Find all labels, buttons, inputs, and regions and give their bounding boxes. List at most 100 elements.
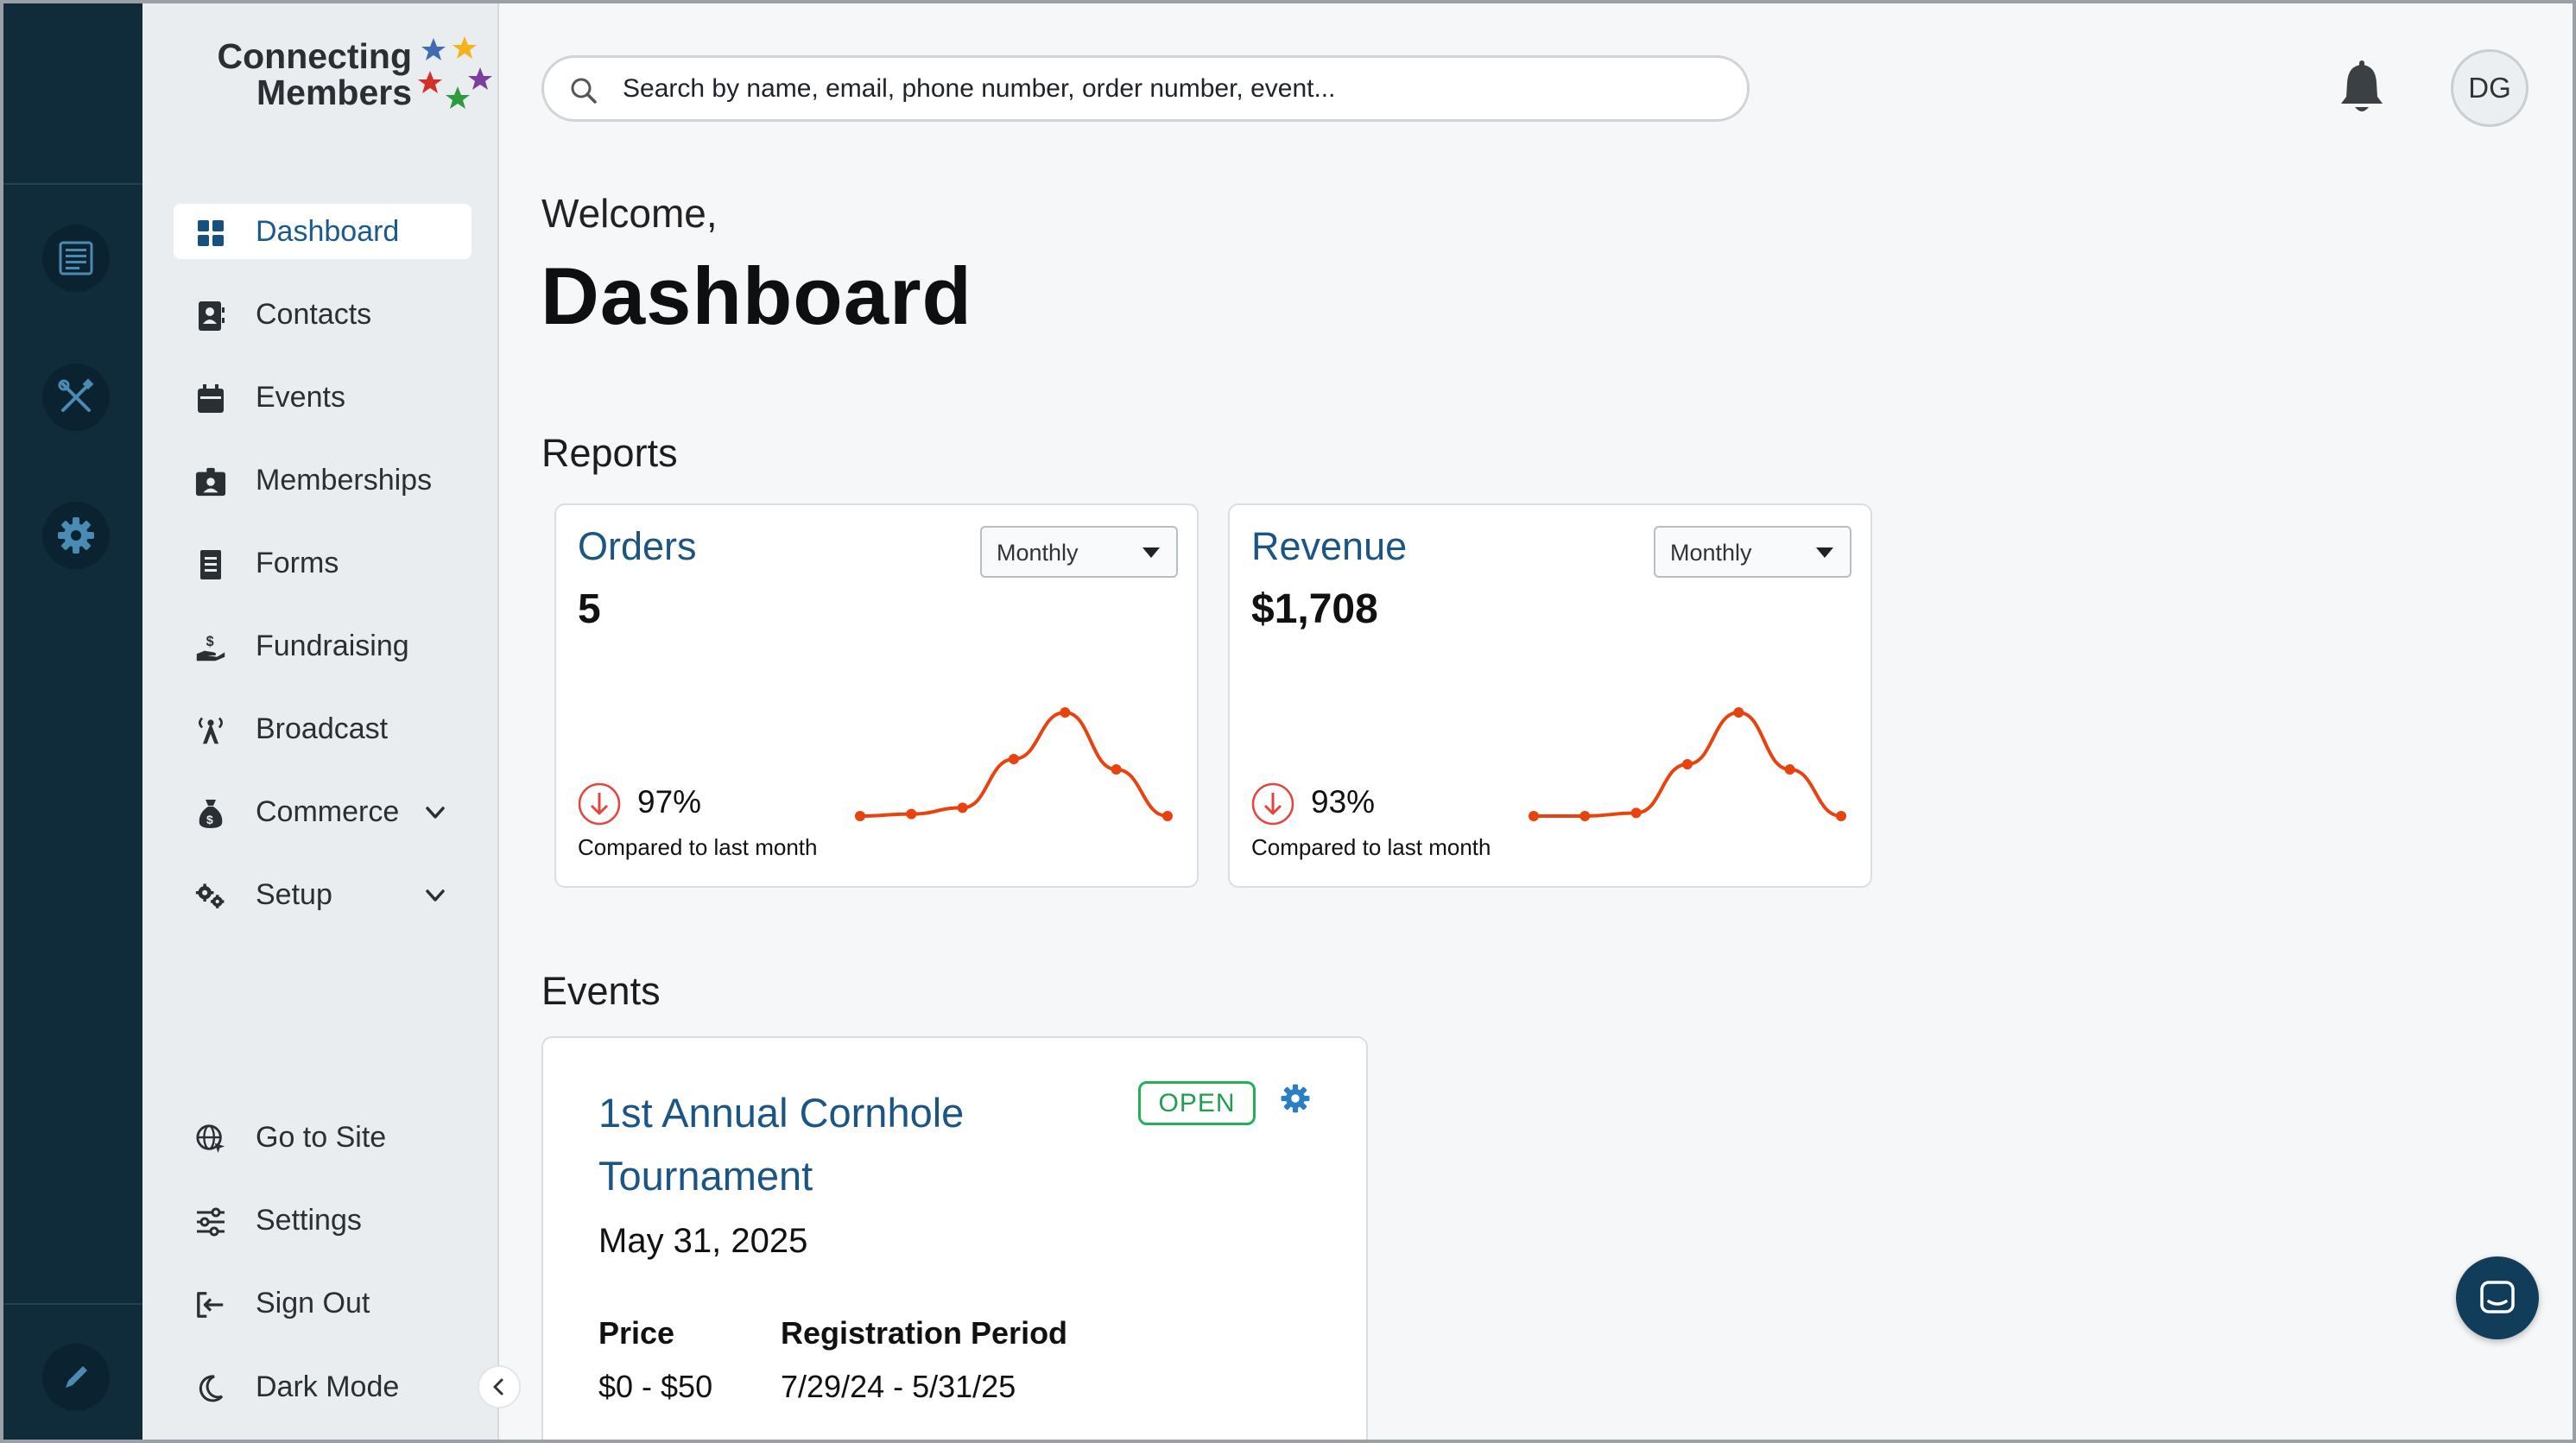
chevron-down-icon (426, 889, 445, 902)
document-list-icon (59, 241, 93, 275)
nav-contacts[interactable]: Contacts (174, 287, 472, 342)
money-bag-icon: $ (195, 798, 226, 829)
rail-settings-button[interactable] (42, 502, 110, 569)
nav-settings[interactable]: Settings (174, 1193, 472, 1248)
nav-sign-out[interactable]: Sign Out (174, 1275, 472, 1331)
sparkline-point (1682, 759, 1693, 769)
nav-label: Fundraising (256, 630, 409, 662)
sidebar: Connecting Members Dashboard Contacts Ev… (142, 3, 499, 1440)
search-icon (571, 78, 597, 104)
nav-label: Contacts (256, 298, 372, 331)
donation-hand-icon: $ (195, 632, 226, 663)
reports-heading: Reports (541, 431, 678, 475)
nav-forms[interactable]: Forms (174, 535, 472, 591)
welcome-text: Welcome, (541, 191, 718, 236)
sparkline-point (1162, 811, 1173, 821)
nav-label: Commerce (256, 795, 400, 828)
nav-broadcast[interactable]: Broadcast (174, 701, 472, 756)
nav-dashboard[interactable]: Dashboard (174, 204, 472, 259)
sparkline-point (957, 802, 968, 813)
app-window: Connecting Members Dashboard Contacts Ev… (0, 0, 2576, 1443)
rail-tools-button[interactable] (42, 364, 110, 431)
nav-label: Forms (256, 547, 339, 579)
page-title: Dashboard (541, 250, 972, 341)
contact-card-icon (195, 301, 226, 332)
form-icon (195, 549, 226, 580)
revenue-sparkline (1529, 707, 1846, 821)
sparkline-point (1111, 764, 1122, 775)
arrow-down-circle-icon (1251, 782, 1294, 826)
nav-label: Sign Out (256, 1287, 370, 1320)
report-change: 93% (1311, 784, 1376, 820)
nav-label: Go to Site (256, 1121, 387, 1154)
pencil-icon (66, 1366, 87, 1388)
search-input[interactable]: Search by name, email, phone number, ord… (541, 55, 1750, 122)
rail-header (3, 3, 142, 185)
notifications-button[interactable] (2336, 57, 2388, 117)
report-value: $1,708 (1251, 586, 1378, 632)
period-select-value: Monthly (997, 540, 1079, 566)
icon-rail (3, 3, 142, 1440)
sign-out-icon (195, 1289, 226, 1320)
nav-memberships[interactable]: Memberships (174, 453, 472, 508)
brand-logo[interactable]: Connecting Members (170, 35, 492, 121)
orders-report-card: Orders 5 Monthly 97% Compared to last mo… (554, 503, 1199, 888)
sparkline-point (1733, 707, 1744, 718)
nav-commerce[interactable]: $ Commerce (174, 784, 472, 839)
nav-label: Events (256, 381, 345, 414)
report-title[interactable]: Revenue (1251, 524, 1407, 569)
caret-down-icon (1816, 547, 1833, 558)
tools-icon (58, 378, 94, 412)
nav-fundraising[interactable]: $ Fundraising (174, 618, 472, 674)
collapse-sidebar-button[interactable] (478, 1365, 521, 1408)
moon-icon (195, 1373, 226, 1404)
avatar-initials: DG (2468, 72, 2511, 104)
brand-name-line2: Members (256, 73, 412, 112)
gear-icon[interactable] (1280, 1083, 1311, 1114)
sparkline-point (1630, 807, 1642, 819)
sparkline-point (1784, 764, 1795, 775)
event-title[interactable]: 1st Annual Cornhole Tournament (598, 1081, 1082, 1207)
chat-icon (2480, 1281, 2515, 1313)
price-label: Price (598, 1315, 675, 1351)
chat-button[interactable] (2456, 1256, 2539, 1339)
nav-go-to-site[interactable]: Go to Site (174, 1110, 472, 1165)
period-select[interactable]: Monthly (980, 526, 1178, 578)
sliders-icon (195, 1206, 226, 1237)
orders-sparkline (855, 707, 1173, 821)
gears-icon (195, 881, 226, 912)
broadcast-tower-icon (195, 715, 226, 746)
price-value: $0 - $50 (598, 1369, 713, 1404)
period-select-value: Monthly (1670, 540, 1752, 566)
search-placeholder: Search by name, email, phone number, ord… (623, 74, 1336, 103)
nav-label: Dashboard (256, 215, 400, 248)
nav-label: Broadcast (256, 712, 389, 745)
avatar[interactable]: DG (2451, 49, 2529, 127)
event-card: 1st Annual Cornhole Tournament OPEN May … (541, 1036, 1368, 1440)
nav-events[interactable]: Events (174, 370, 472, 425)
id-badge-icon (195, 466, 226, 497)
chevron-down-icon (426, 807, 445, 819)
sparkline-point (1836, 811, 1846, 821)
caret-down-icon (1142, 547, 1160, 558)
people-stars-logo-icon (418, 36, 492, 109)
rail-document-list-button[interactable] (42, 225, 110, 292)
sparkline-point (1529, 811, 1539, 821)
nav-setup[interactable]: Setup (174, 867, 472, 922)
nav-label: Dark Mode (256, 1370, 400, 1403)
sparkline-point (1060, 707, 1071, 718)
period-select[interactable]: Monthly (1654, 526, 1851, 578)
brand-name: Connecting Members (170, 38, 412, 111)
nav-label: Settings (256, 1204, 362, 1237)
report-value: 5 (578, 586, 601, 632)
nav-dark-mode[interactable]: Dark Mode (174, 1359, 472, 1415)
sparkline-point (1579, 811, 1591, 821)
events-heading: Events (541, 969, 661, 1013)
report-compare-text: Compared to last month (578, 834, 818, 860)
rail-edit-button[interactable] (42, 1344, 110, 1411)
status-badge: OPEN (1138, 1081, 1256, 1125)
event-date: May 31, 2025 (598, 1222, 808, 1260)
report-title[interactable]: Orders (578, 524, 697, 569)
sparkline-point (855, 811, 865, 821)
revenue-report-card: Revenue $1,708 Monthly 93% Compared to l… (1228, 503, 1872, 888)
